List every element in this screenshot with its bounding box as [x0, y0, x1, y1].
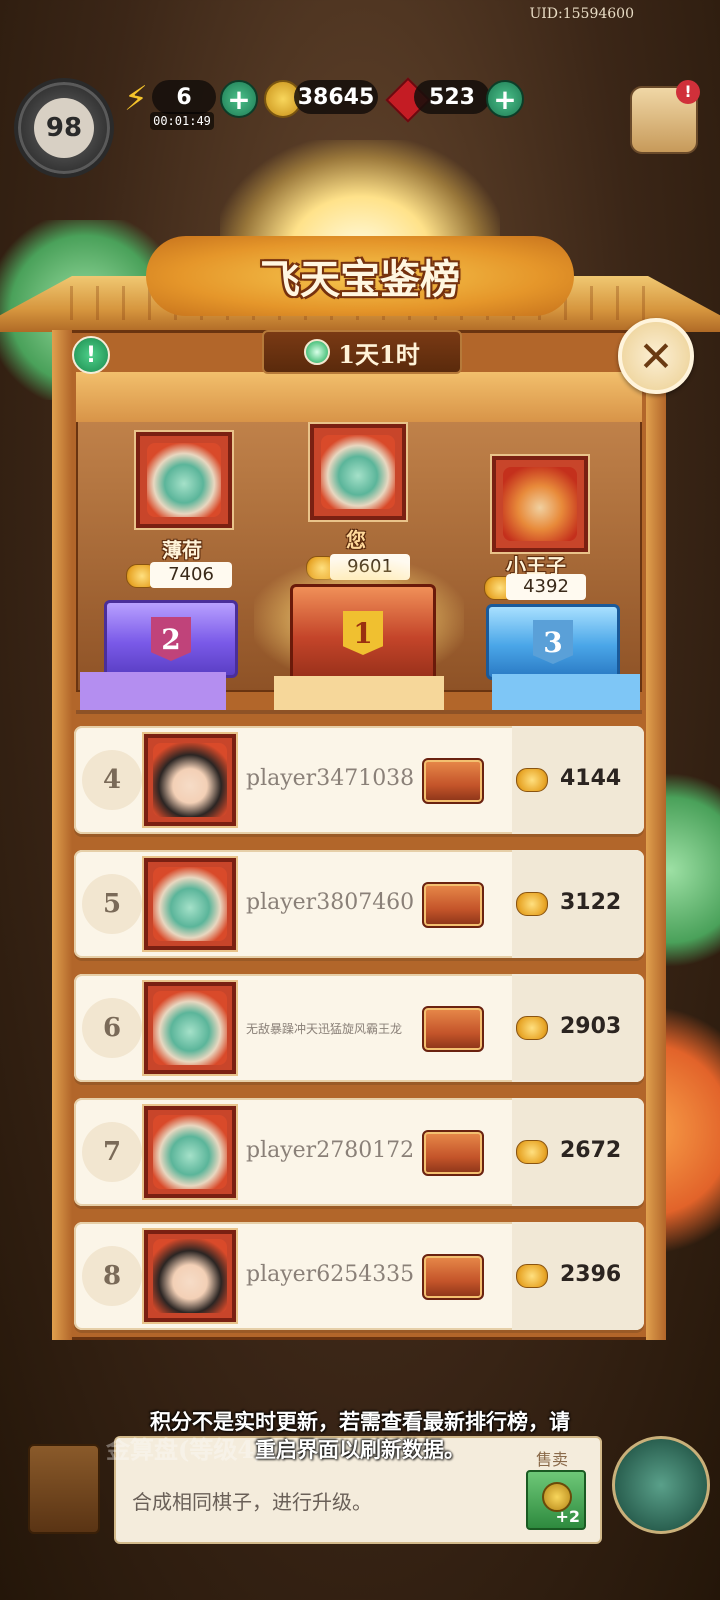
- ranking-row[interactable]: 7 player27801723 2672: [74, 1098, 644, 1206]
- energy-counter: 6: [152, 80, 216, 114]
- score-coin-icon: [516, 1264, 548, 1288]
- notice-line-1: 积分不是实时更新，若需查看最新排行榜，请: [150, 1409, 570, 1434]
- player-level-badge[interactable]: 98: [14, 78, 114, 178]
- info-button[interactable]: !: [72, 336, 110, 374]
- countdown-bar: 1天1时: [262, 330, 462, 374]
- score-coin-icon: [516, 1140, 548, 1164]
- podium-chest-3: 3: [486, 604, 620, 680]
- player-name: 无敌暴躁冲天迅猛旋风霸王龙: [246, 1022, 403, 1036]
- chest-icon: [422, 882, 484, 928]
- ranking-row[interactable]: 6 无敌暴躁冲天迅猛旋风霸王龙 2903: [74, 974, 644, 1082]
- notice-line-2: 重启界面以刷新数据。: [255, 1437, 465, 1462]
- coin-counter: 38645: [294, 80, 378, 114]
- ranking-row[interactable]: 8 player62543357 2396: [74, 1222, 644, 1330]
- chest-icon: [422, 1130, 484, 1176]
- coin-value: 38645: [297, 84, 375, 110]
- leaderboard-title: 飞天宝鉴榜: [260, 256, 460, 303]
- alert-icon: !: [676, 80, 700, 104]
- player-avatar[interactable]: [144, 982, 236, 1074]
- player-score: 4144: [560, 766, 622, 791]
- chest-icon: [422, 1254, 484, 1300]
- podium-base-1: [274, 676, 444, 712]
- right-pillar: [646, 330, 666, 1340]
- podium-score-2: 7406: [150, 562, 232, 588]
- lion-dance-avatar-icon: [153, 991, 227, 1065]
- timer-drop-icon: [304, 339, 331, 365]
- podium-floor: [76, 710, 642, 714]
- close-button[interactable]: ✕: [618, 318, 694, 394]
- rank-number: 8: [82, 1246, 142, 1306]
- ox-avatar-icon: [503, 467, 577, 541]
- left-pillar: [52, 330, 72, 1340]
- podium-name-1: 您: [346, 528, 366, 552]
- player-score: 2396: [560, 1262, 622, 1287]
- player-name: player62543357: [246, 1262, 414, 1287]
- podium-base-3: [492, 674, 640, 712]
- girl-avatar-icon: [153, 743, 227, 817]
- player-name: player38074602: [246, 890, 414, 915]
- sell-button[interactable]: +2: [526, 1470, 586, 1530]
- refresh-notice: 积分不是实时更新，若需查看最新排行榜，请 重启界面以刷新数据。: [90, 1408, 630, 1464]
- podium-base-2: [80, 672, 226, 710]
- rank-number: 6: [82, 998, 142, 1058]
- podium-avatar-2[interactable]: [136, 432, 232, 528]
- rank-number: 4: [82, 750, 142, 810]
- uid-label: UID:15594600: [529, 6, 634, 22]
- ranking-row[interactable]: 5 player38074602 3122: [74, 850, 644, 958]
- podium-avatar-1[interactable]: [310, 424, 406, 520]
- energy-value: 6: [176, 84, 192, 110]
- add-gem-button[interactable]: +: [486, 80, 524, 118]
- player-score: 3122: [560, 890, 622, 915]
- score-coin-icon: [516, 892, 548, 916]
- level-number: 98: [34, 98, 94, 158]
- player-name: player27801723: [246, 1138, 414, 1163]
- title-banner: 飞天宝鉴榜: [146, 236, 574, 316]
- rank-number: 7: [82, 1122, 142, 1182]
- score-coin-icon: [516, 1016, 548, 1040]
- chest-icon: [422, 758, 484, 804]
- player-score: 2903: [560, 1014, 622, 1039]
- lion-dance-avatar-icon: [153, 867, 227, 941]
- podium-name-2: 薄荷: [162, 538, 202, 562]
- player-score: 2672: [560, 1138, 622, 1163]
- player-name: player34710387: [246, 766, 414, 791]
- rank-badge-2: 2: [151, 617, 191, 661]
- podium-chest-1: 1: [290, 584, 436, 682]
- countdown-text: 1天1时: [338, 339, 420, 369]
- girl-avatar-icon: [153, 1239, 227, 1313]
- score-coin-icon: [516, 768, 548, 792]
- add-energy-button[interactable]: +: [220, 80, 258, 118]
- gem-counter: 523: [414, 80, 490, 114]
- player-avatar[interactable]: [144, 1106, 236, 1198]
- ranking-row[interactable]: 4 player34710387 4144: [74, 726, 644, 834]
- rank-number: 5: [82, 874, 142, 934]
- podium-chest-2: 2: [104, 600, 238, 678]
- lion-dance-avatar-icon: [153, 1115, 227, 1189]
- merge-tip: 合成相同棋子，进行升级。: [132, 1490, 372, 1514]
- podium-score-3: 4392: [506, 574, 586, 600]
- lion-dance-avatar-icon: [147, 443, 221, 517]
- rank-badge-1: 1: [343, 611, 383, 655]
- lion-dance-avatar-icon: [321, 435, 395, 509]
- energy-timer: 00:01:49: [150, 112, 214, 130]
- sell-amount: +2: [555, 1507, 580, 1526]
- player-avatar[interactable]: [144, 734, 236, 826]
- player-avatar[interactable]: [144, 1230, 236, 1322]
- podium-avatar-3[interactable]: [492, 456, 588, 552]
- rank-badge-3: 3: [533, 620, 573, 664]
- player-avatar[interactable]: [144, 858, 236, 950]
- chest-icon: [422, 1006, 484, 1052]
- gem-value: 523: [429, 84, 475, 110]
- stage-shelf: [76, 372, 642, 422]
